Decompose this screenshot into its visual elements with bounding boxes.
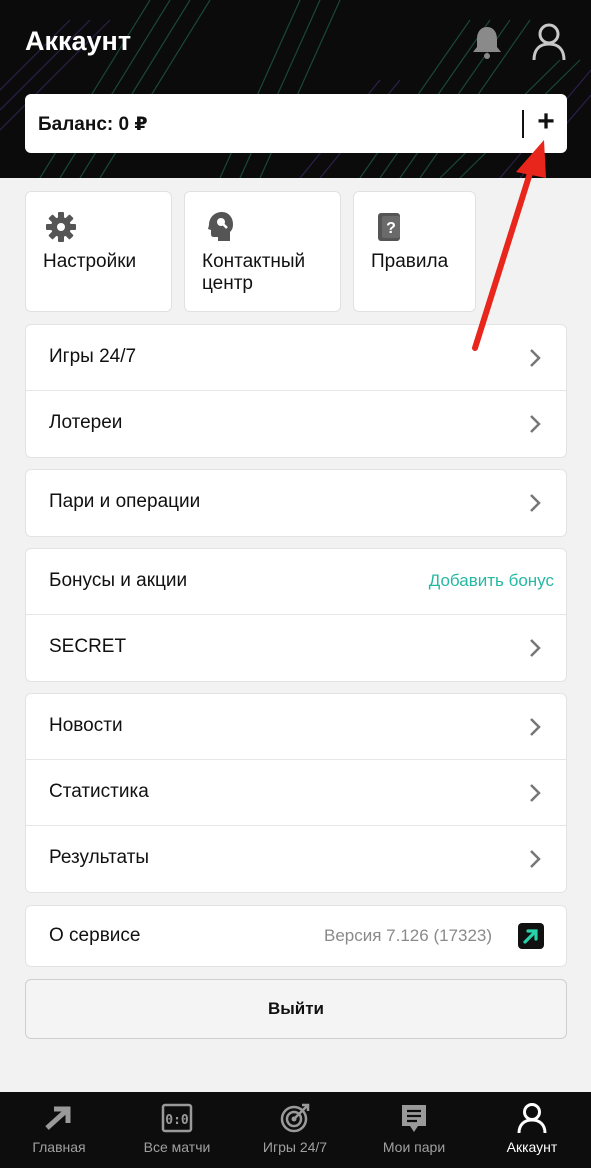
balance-label: Баланс: 0 ₽ bbox=[38, 114, 148, 135]
tile-contact-center[interactable]: Контактный центр bbox=[184, 191, 341, 312]
menu-item-label: Игры 24/7 bbox=[49, 346, 137, 367]
menu-group-info: Новости Статистика Результаты bbox=[25, 693, 567, 893]
tab-all-matches[interactable]: 0:0 Все матчи bbox=[118, 1092, 236, 1168]
tile-rules[interactable]: ? Правила bbox=[353, 191, 476, 312]
tab-account[interactable]: Аккаунт bbox=[473, 1092, 591, 1168]
menu-item-label: Лотереи bbox=[49, 412, 123, 433]
tile-label: Настройки bbox=[43, 251, 137, 272]
tab-label: Игры 24/7 bbox=[262, 1139, 328, 1155]
menu-item-secret[interactable]: SECRET bbox=[26, 615, 566, 681]
chevron-right-icon bbox=[530, 494, 541, 512]
menu-item-lotteries[interactable]: Лотереи bbox=[26, 391, 566, 457]
menu-item-games[interactable]: Игры 24/7 bbox=[26, 325, 566, 391]
rules-book-icon: ? bbox=[378, 213, 400, 241]
menu-item-label: О сервисе bbox=[49, 925, 141, 946]
tab-label: Мои пари bbox=[382, 1139, 446, 1155]
gear-icon bbox=[46, 212, 76, 242]
menu-item-label: Новости bbox=[49, 715, 123, 736]
app-logo-icon bbox=[518, 923, 544, 949]
chevron-right-icon bbox=[530, 415, 541, 433]
tab-my-bets[interactable]: Мои пари bbox=[355, 1092, 473, 1168]
head-support-icon bbox=[208, 212, 233, 241]
app-version: Версия 7.126 (17323) bbox=[324, 926, 493, 945]
bell-icon[interactable] bbox=[470, 24, 504, 60]
chevron-right-icon bbox=[530, 850, 541, 868]
add-bonus-link[interactable]: Добавить бонус bbox=[429, 571, 554, 591]
logout-button[interactable]: Выйти bbox=[25, 979, 567, 1039]
menu-item-label: Статистика bbox=[49, 781, 149, 802]
menu-group-games: Игры 24/7 Лотереи bbox=[25, 324, 567, 458]
tile-label: Контактный центр bbox=[202, 251, 306, 294]
tab-label: Главная bbox=[32, 1139, 86, 1155]
menu-item-label: Пари и операции bbox=[49, 491, 201, 512]
menu-item-results[interactable]: Результаты bbox=[26, 826, 566, 892]
user-profile-icon[interactable] bbox=[530, 22, 568, 62]
menu-group-about: О сервисе Версия 7.126 (17323) bbox=[25, 905, 567, 967]
tile-settings[interactable]: Настройки bbox=[25, 191, 172, 312]
menu-item-statistics[interactable]: Статистика bbox=[26, 760, 566, 826]
bottom-tab-bar: Главная 0:0 Все матчи Игры 24/7 Мои пари… bbox=[0, 1092, 591, 1168]
chevron-right-icon bbox=[530, 639, 541, 657]
menu-item-bonuses[interactable]: Бонусы и акции Добавить бонус bbox=[26, 549, 566, 615]
menu-item-label: SECRET bbox=[49, 636, 127, 657]
chevron-right-icon bbox=[530, 349, 541, 367]
menu-item-bets-operations[interactable]: Пари и операции bbox=[26, 470, 566, 536]
user-icon bbox=[517, 1103, 547, 1134]
home-arrow-icon bbox=[45, 1106, 71, 1130]
target-icon bbox=[280, 1103, 310, 1133]
svg-text:0:0: 0:0 bbox=[165, 1113, 189, 1128]
menu-item-about[interactable]: О сервисе Версия 7.126 (17323) bbox=[26, 906, 566, 966]
divider bbox=[522, 110, 524, 138]
menu-group-bets: Пари и операции bbox=[25, 469, 567, 537]
tab-games[interactable]: Игры 24/7 bbox=[236, 1092, 354, 1168]
tab-home[interactable]: Главная bbox=[0, 1092, 118, 1168]
bet-slip-icon bbox=[402, 1105, 426, 1132]
chevron-right-icon bbox=[530, 718, 541, 736]
scoreboard-icon: 0:0 bbox=[161, 1103, 193, 1133]
menu-item-news[interactable]: Новости bbox=[26, 694, 566, 760]
balance-card: Баланс: 0 ₽ + bbox=[25, 94, 567, 153]
tab-label: Все матчи bbox=[143, 1139, 211, 1155]
chevron-right-icon bbox=[530, 784, 541, 802]
menu-item-label: Результаты bbox=[49, 847, 150, 868]
tile-label: Правила bbox=[371, 251, 449, 272]
page-title: Аккаунт bbox=[25, 26, 132, 56]
add-funds-button[interactable]: + bbox=[531, 106, 561, 140]
menu-item-label: Бонусы и акции bbox=[49, 570, 188, 591]
tab-label: Аккаунт bbox=[506, 1139, 558, 1155]
svg-text:?: ? bbox=[386, 220, 396, 237]
menu-group-bonuses: Бонусы и акции Добавить бонус SECRET bbox=[25, 548, 567, 682]
